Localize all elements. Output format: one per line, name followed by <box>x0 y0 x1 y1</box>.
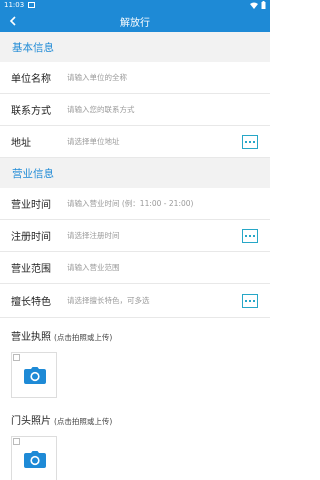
reg-time-label: 注册时间 <box>11 232 51 243</box>
hours-label: 营业时间 <box>11 200 51 211</box>
page-title: 解放行 <box>120 17 150 29</box>
status-icons <box>250 1 266 9</box>
app-bar: 解放行 <box>0 10 270 32</box>
mail-icon <box>28 2 36 8</box>
hours-field[interactable]: 营业时间 请输入营业时间 (例：11:00 - 21:00) <box>0 188 270 220</box>
storefront-upload-header: 门头照片 (点击拍照或上传) <box>0 398 270 427</box>
address-field[interactable]: 地址 请选择单位地址 <box>0 126 270 158</box>
license-title: 营业执照 <box>11 332 51 343</box>
more-icon[interactable] <box>242 134 258 149</box>
camera-icon <box>24 451 46 468</box>
contact-field[interactable]: 联系方式 请输入您的联系方式 <box>0 94 270 126</box>
address-input[interactable]: 请选择单位地址 <box>67 136 242 147</box>
unit-name-input[interactable]: 请输入单位的全称 <box>67 72 258 83</box>
scope-input[interactable]: 请输入营业范围 <box>67 262 258 273</box>
storefront-title: 门头照片 <box>11 416 51 427</box>
status-time: 11:03 <box>4 1 25 9</box>
section-basic-info: 基本信息 <box>0 32 270 62</box>
section-business-info: 营业信息 <box>0 158 270 188</box>
scope-label: 营业范围 <box>11 264 51 275</box>
specialty-field[interactable]: 擅长特色 请选择擅长特色，可多选 <box>0 284 270 318</box>
checkbox[interactable] <box>13 354 20 361</box>
back-icon[interactable] <box>6 14 20 28</box>
more-icon[interactable] <box>242 228 258 243</box>
more-icon[interactable] <box>242 293 258 308</box>
unit-name-field[interactable]: 单位名称 请输入单位的全称 <box>0 62 270 94</box>
scope-field[interactable]: 营业范围 请输入营业范围 <box>0 252 270 284</box>
license-upload-box[interactable] <box>11 352 57 398</box>
status-bar: 11:03 <box>0 0 270 10</box>
wifi-icon <box>250 2 258 9</box>
battery-icon <box>261 1 266 9</box>
storefront-upload-box[interactable] <box>11 436 57 480</box>
reg-time-field[interactable]: 注册时间 请选择注册时间 <box>0 220 270 252</box>
storefront-hint: (点击拍照或上传) <box>54 417 113 426</box>
address-label: 地址 <box>11 138 31 149</box>
unit-name-label: 单位名称 <box>11 74 51 85</box>
specialty-input[interactable]: 请选择擅长特色，可多选 <box>67 295 242 306</box>
specialty-label: 擅长特色 <box>11 297 51 308</box>
license-upload-header: 营业执照 (点击拍照或上传) <box>0 318 270 343</box>
checkbox[interactable] <box>13 438 20 445</box>
hours-input[interactable]: 请输入营业时间 (例：11:00 - 21:00) <box>67 198 258 209</box>
reg-time-input[interactable]: 请选择注册时间 <box>67 230 242 241</box>
contact-input[interactable]: 请输入您的联系方式 <box>67 104 258 115</box>
license-hint: (点击拍照或上传) <box>54 333 113 342</box>
contact-label: 联系方式 <box>11 106 51 117</box>
camera-icon <box>24 367 46 384</box>
